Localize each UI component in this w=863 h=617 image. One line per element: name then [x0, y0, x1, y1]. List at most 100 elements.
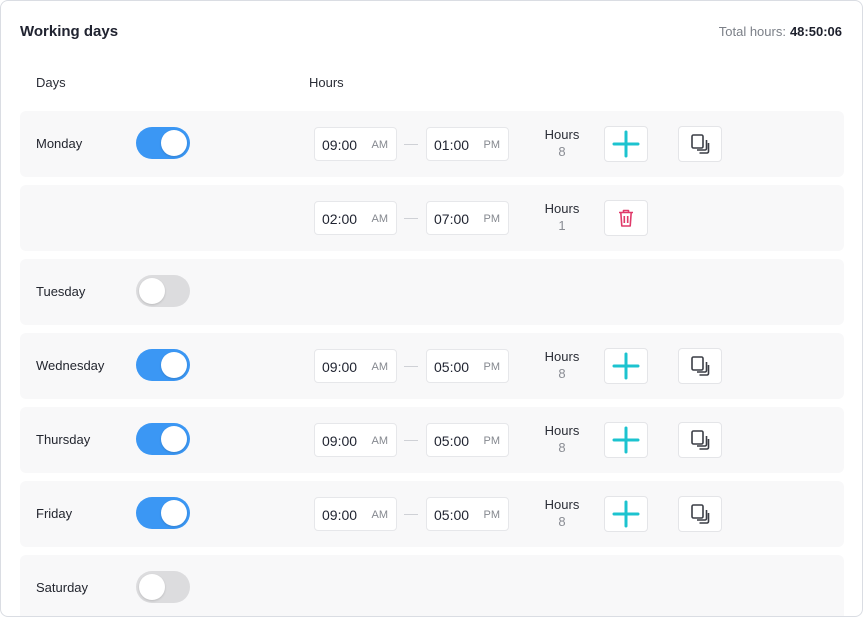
hours-value: 8: [558, 440, 566, 455]
day-row-saturday: Saturday: [20, 555, 844, 616]
start-time-value: 02:00: [322, 211, 358, 227]
day-row-wednesday: Wednesday 09:00 AM 05:00 PM Hours 8: [20, 333, 844, 399]
day-row-tuesday: Tuesday: [20, 259, 844, 325]
copy-hours-button[interactable]: [678, 496, 722, 532]
hours-summary: Hours 8: [532, 126, 592, 160]
day-row-friday: Friday 09:00 AM 05:00 PM Hours 8: [20, 481, 844, 547]
hours-value: 1: [558, 218, 566, 233]
end-time-input[interactable]: 01:00 PM: [426, 127, 509, 161]
end-time-ampm: PM: [483, 139, 501, 151]
total-hours-label: Total hours:: [718, 24, 786, 39]
copy-icon: [691, 430, 710, 450]
start-time-value: 09:00: [322, 137, 358, 153]
toggle-knob: [161, 352, 187, 378]
copy-icon: [691, 504, 710, 524]
time-range-dash: [404, 218, 418, 219]
start-time-input[interactable]: 09:00 AM: [314, 127, 397, 161]
end-time-value: 05:00: [434, 507, 470, 523]
end-time-value: 01:00: [434, 137, 470, 153]
day-row-thursday: Thursday 09:00 AM 05:00 PM Hours 8: [20, 407, 844, 473]
add-interval-button[interactable]: [604, 126, 648, 162]
day-toggle[interactable]: [136, 127, 190, 159]
hours-summary: Hours 8: [532, 496, 592, 530]
day-label: Thursday: [36, 432, 91, 447]
day-toggle[interactable]: [136, 571, 190, 603]
hours-summary: Hours 1: [532, 200, 592, 234]
end-time-ampm: PM: [483, 213, 501, 225]
hours-label: Hours: [544, 127, 580, 142]
start-time-value: 09:00: [322, 433, 358, 449]
copy-icon: [691, 134, 710, 154]
end-time-value: 05:00: [434, 433, 470, 449]
plus-icon: [612, 500, 640, 528]
day-toggle[interactable]: [136, 497, 190, 529]
day-label: Monday: [36, 136, 83, 151]
time-range-dash: [404, 514, 418, 515]
toggle-knob: [161, 130, 187, 156]
day-label: Saturday: [36, 580, 89, 595]
start-time-ampm: AM: [371, 509, 389, 521]
card-header: Working days Total hours: 48:50:06: [20, 23, 842, 43]
start-time-value: 09:00: [322, 507, 358, 523]
column-header-hours: Hours: [309, 75, 344, 90]
day-toggle[interactable]: [136, 275, 190, 307]
time-range-dash: [404, 440, 418, 441]
day-row-monday: Monday 09:00 AM 01:00 PM Hours 8: [20, 111, 844, 177]
end-time-value: 05:00: [434, 359, 470, 375]
hours-summary: Hours 8: [532, 422, 592, 456]
hours-summary: Hours 8: [532, 348, 592, 382]
add-interval-button[interactable]: [604, 348, 648, 384]
start-time-input[interactable]: 09:00 AM: [314, 423, 397, 457]
hours-value: 8: [558, 514, 566, 529]
start-time-ampm: AM: [371, 361, 389, 373]
start-time-input[interactable]: 09:00 AM: [314, 349, 397, 383]
day-label: Friday: [36, 506, 73, 521]
start-time-input[interactable]: 02:00 AM: [314, 201, 397, 235]
trash-icon: [619, 209, 633, 227]
card-title: Working days: [20, 23, 119, 40]
start-time-ampm: AM: [371, 213, 389, 225]
add-interval-button[interactable]: [604, 496, 648, 532]
day-label: Tuesday: [36, 284, 86, 299]
total-hours-value: 48:50:06: [789, 24, 842, 39]
end-time-ampm: PM: [483, 509, 501, 521]
hours-label: Hours: [544, 349, 580, 364]
plus-icon: [612, 352, 640, 380]
end-time-input[interactable]: 05:00 PM: [426, 349, 509, 383]
time-range-dash: [404, 366, 418, 367]
hours-label: Hours: [544, 201, 580, 216]
start-time-ampm: AM: [371, 139, 389, 151]
toggle-knob: [139, 574, 165, 600]
copy-hours-button[interactable]: [678, 422, 722, 458]
interval-row-monday-2: 02:00 AM 07:00 PM Hours 1: [20, 185, 844, 251]
end-time-input[interactable]: 07:00 PM: [426, 201, 509, 235]
hours-label: Hours: [544, 497, 580, 512]
day-toggle[interactable]: [136, 349, 190, 381]
copy-icon: [691, 356, 710, 376]
end-time-ampm: PM: [483, 361, 501, 373]
copy-hours-button[interactable]: [678, 348, 722, 384]
delete-interval-button[interactable]: [604, 200, 648, 236]
day-toggle[interactable]: [136, 423, 190, 455]
hours-value: 8: [558, 366, 566, 381]
working-days-card: Working days Total hours: 48:50:06 Days H…: [0, 0, 863, 617]
plus-icon: [612, 426, 640, 454]
end-time-input[interactable]: 05:00 PM: [426, 497, 509, 531]
toggle-knob: [161, 500, 187, 526]
add-interval-button[interactable]: [604, 422, 648, 458]
time-range-dash: [404, 144, 418, 145]
end-time-input[interactable]: 05:00 PM: [426, 423, 509, 457]
day-label: Wednesday: [36, 358, 105, 373]
start-time-value: 09:00: [322, 359, 358, 375]
column-header-days: Days: [36, 75, 66, 90]
start-time-ampm: AM: [371, 435, 389, 447]
copy-hours-button[interactable]: [678, 126, 722, 162]
start-time-input[interactable]: 09:00 AM: [314, 497, 397, 531]
hours-value: 8: [558, 144, 566, 159]
toggle-knob: [139, 278, 165, 304]
end-time-value: 07:00: [434, 211, 470, 227]
total-hours: Total hours: 48:50:06: [719, 24, 842, 39]
plus-icon: [612, 130, 640, 158]
end-time-ampm: PM: [483, 435, 501, 447]
hours-label: Hours: [544, 423, 580, 438]
